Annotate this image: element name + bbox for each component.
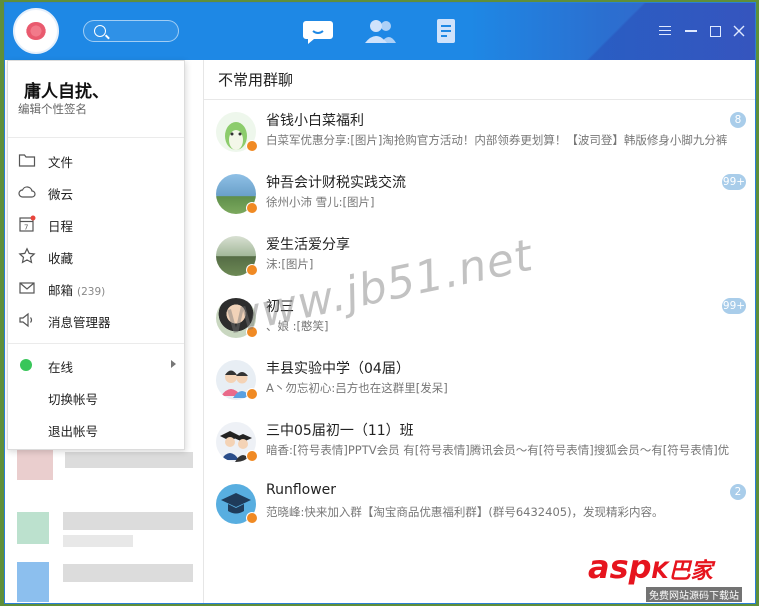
chevron-right-icon (171, 360, 176, 368)
maximize-icon (709, 25, 721, 37)
svg-text:7: 7 (24, 224, 28, 232)
last-message: A丶勿忘初心:吕方也在这群里[发呆] (266, 381, 448, 395)
group-name: 爱生活爱分享 (266, 237, 350, 253)
search-icon (94, 25, 106, 37)
menu-icon (659, 26, 671, 36)
group-badge-icon (246, 388, 258, 400)
menu-item-favorites[interactable]: 收藏 (8, 241, 184, 271)
last-message: 暗香:[符号表情]PPTV会员 有[符号表情]腾讯会员～有[符号表情]搜狐会员～… (266, 443, 730, 457)
tab-messages[interactable] (301, 16, 335, 46)
menu-item-message-manager[interactable]: 消息管理器 (8, 305, 184, 335)
menu-item-mailbox[interactable]: 邮箱 (239) (8, 273, 184, 303)
unread-count: 2 (730, 484, 746, 500)
close-button[interactable] (731, 23, 747, 39)
group-item-7[interactable]: Runflower 范晓峰:快来加入群【淘宝商品优惠福利群】(群号6432405… (204, 474, 755, 536)
tab-space[interactable] (429, 16, 463, 46)
brand-subtitle: 免费网站源码下载站 (646, 587, 742, 602)
menu-item-weiyun[interactable]: 微云 (8, 177, 184, 207)
minimize-button[interactable] (683, 23, 699, 39)
profile-popup-menu: 庸人自扰、 编辑个性签名 文件 微云 7 日程 收藏 邮箱 (239) 消息管理器 (7, 60, 185, 450)
unread-count: 8 (730, 112, 746, 128)
group-name: 钟吾会计财税实践交流 (266, 175, 406, 191)
menu-item-schedule[interactable]: 7 日程 (8, 209, 184, 239)
group-item-2[interactable]: 钟吾会计财税实践交流 徐州小沛 雪儿:[图片] 99+ (204, 164, 755, 226)
group-badge-icon (246, 140, 258, 152)
group-badge-icon (246, 450, 258, 462)
last-message: 白菜军优惠分享:[图片]淘抢购官方活动！内部领券更划算！【波司登】韩版修身小脚九… (266, 133, 728, 147)
titlebar (5, 3, 755, 60)
group-item-6[interactable]: 三中05届初一（11）班 暗香:[符号表情]PPTV会员 有[符号表情]腾讯会员… (204, 412, 755, 474)
menu-item-logout[interactable]: 退出帐号 (8, 414, 184, 444)
group-badge-icon (246, 264, 258, 276)
star-icon (18, 247, 36, 264)
menu-item-status[interactable]: 在线 (8, 350, 184, 380)
group-item-5[interactable]: 丰县实验中学（04届） A丶勿忘初心:吕方也在这群里[发呆] (204, 350, 755, 412)
group-name: 省钱小白菜福利 (266, 113, 364, 129)
calendar-icon: 7 (19, 215, 36, 232)
menu-item-switch-account[interactable]: 切换帐号 (8, 382, 184, 412)
group-item-1[interactable]: 省钱小白菜福利 白菜军优惠分享:[图片]淘抢购官方活动！内部领券更划算！【波司登… (204, 102, 755, 164)
minimize-icon (685, 30, 697, 32)
maximize-button[interactable] (707, 23, 723, 39)
mail-count: (239) (77, 286, 106, 298)
unread-count: 99+ (722, 298, 746, 314)
group-badge-icon (246, 512, 258, 524)
last-message: 徐州小沛 雪儿:[图片] (266, 195, 375, 209)
online-status-dot (20, 359, 32, 371)
chat-bubble-icon (303, 21, 333, 44)
last-message: 范晓峰:快来加入群【淘宝商品优惠福利群】(群号6432405)，发现精彩内容。 (266, 505, 664, 519)
contacts-icon (365, 20, 396, 43)
close-icon (733, 25, 745, 37)
unread-count: 99+ (722, 174, 746, 190)
folder-icon (18, 154, 36, 167)
brand-logo: aspK巴家 (588, 548, 713, 586)
mail-icon (19, 282, 35, 294)
group-name: 三中05届初一（11）班 (266, 423, 414, 439)
menu-item-files[interactable]: 文件 (8, 145, 184, 175)
search-box[interactable] (83, 20, 179, 42)
group-badge-icon (246, 202, 258, 214)
signature-field[interactable]: 编辑个性签名 (18, 101, 87, 117)
group-name: Runflower (266, 482, 337, 498)
main-menu-button[interactable] (657, 23, 673, 39)
user-avatar[interactable] (13, 8, 59, 54)
cloud-icon (18, 186, 36, 198)
user-nickname: 庸人自扰、 (24, 82, 109, 102)
section-title: 不常用群聊 (204, 60, 755, 100)
group-name: 丰县实验中学（04届） (266, 361, 410, 377)
document-icon (437, 19, 455, 43)
speaker-icon (19, 312, 33, 328)
tab-contacts[interactable] (363, 16, 397, 46)
